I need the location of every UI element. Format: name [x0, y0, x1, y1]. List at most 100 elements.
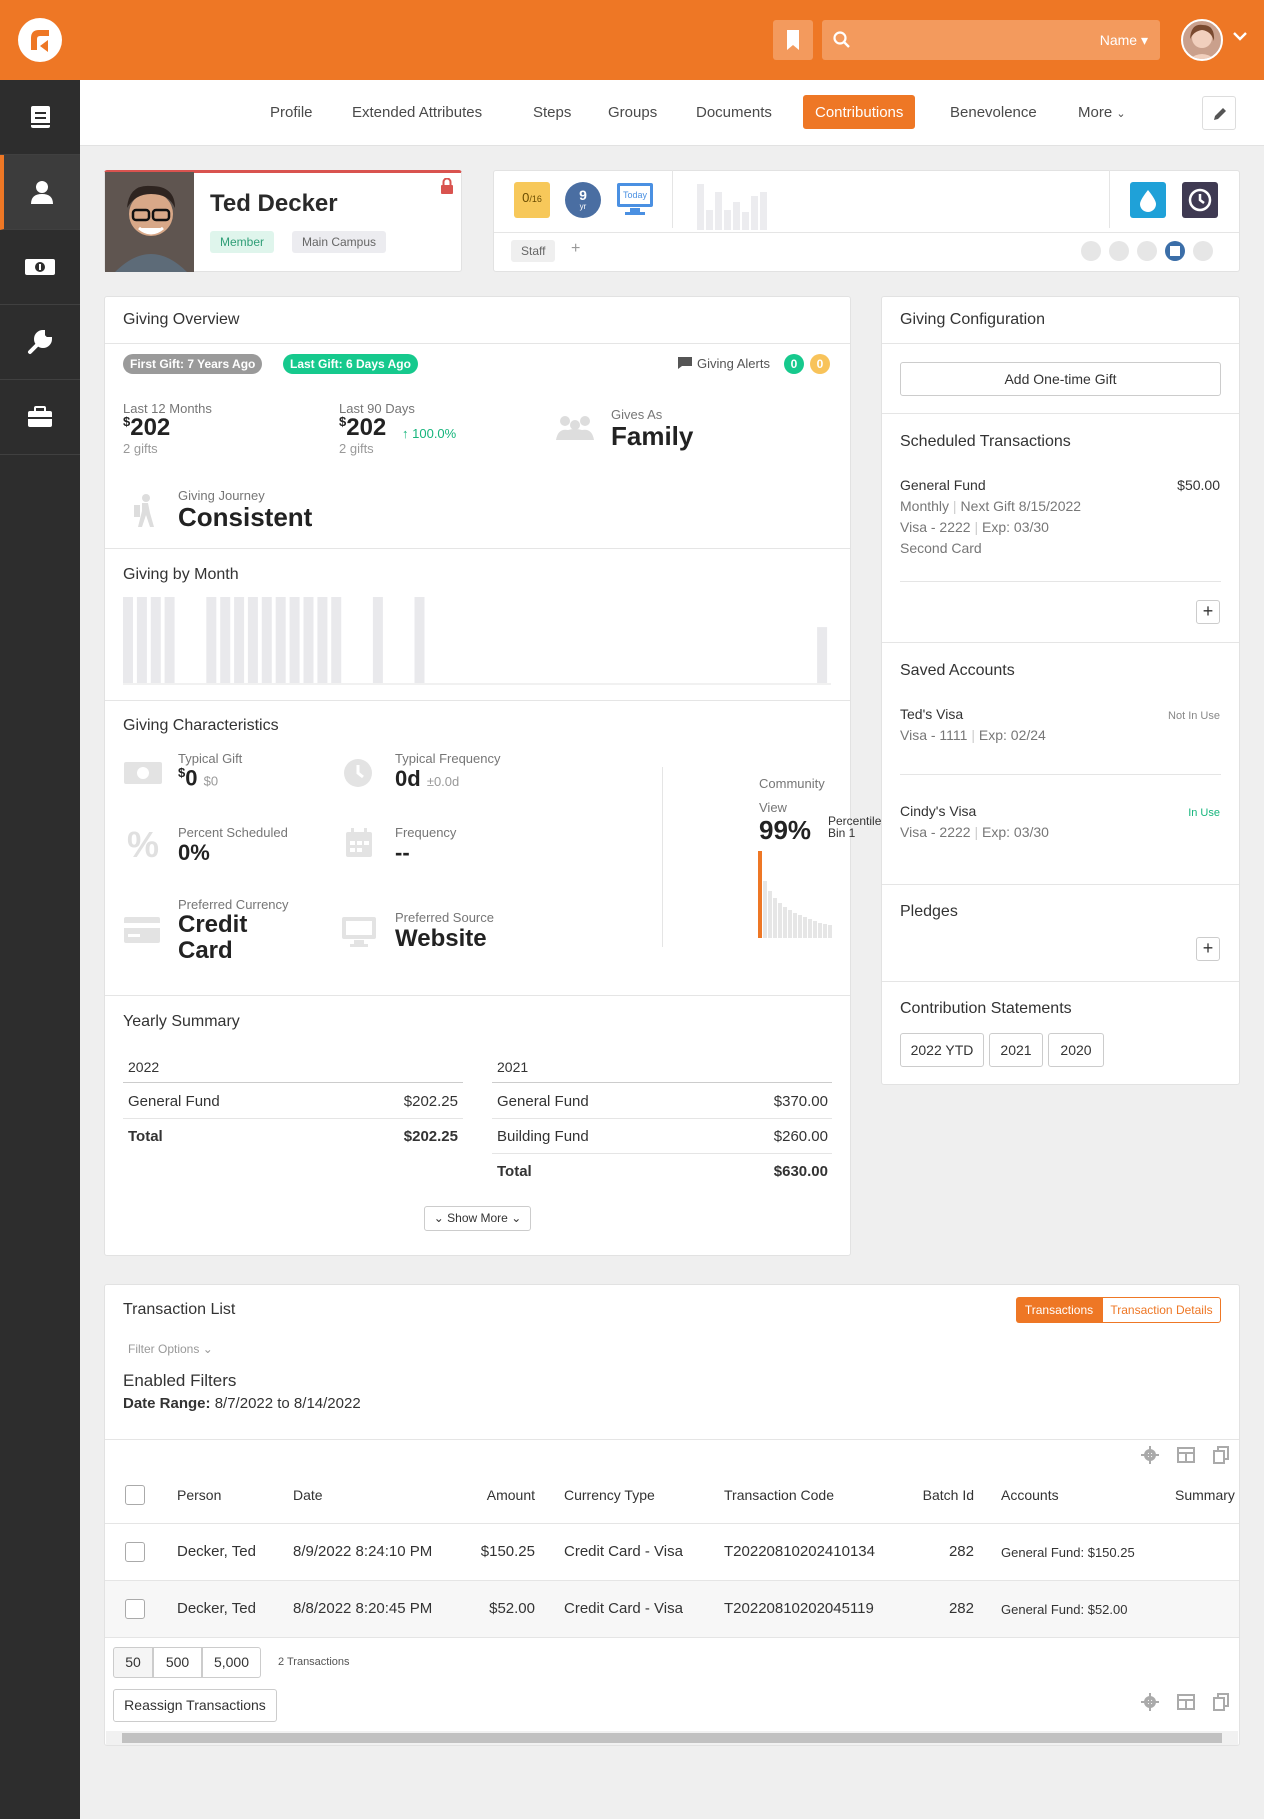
search-type-dropdown[interactable]: Name ▾	[1100, 32, 1148, 49]
page-size-50[interactable]: 50	[113, 1647, 153, 1678]
add-tag-icon[interactable]: +	[571, 240, 580, 258]
tab-groups[interactable]: Groups	[608, 104, 657, 121]
cell-batch-id: 282	[948, 1600, 974, 1617]
bookmark-button[interactable]	[773, 20, 813, 60]
column-header-batch-id[interactable]: Batch Id	[900, 1487, 974, 1503]
sidebar-item-jobs[interactable]	[0, 380, 80, 455]
month-bar[interactable]	[220, 597, 231, 683]
month-bar[interactable]	[275, 597, 286, 683]
column-header-transaction-code[interactable]: Transaction Code	[724, 1487, 834, 1503]
row-checkbox[interactable]	[125, 1542, 145, 1562]
filter-options-toggle[interactable]: Filter Options ⌄	[128, 1342, 213, 1356]
page-size-500[interactable]: 500	[153, 1647, 202, 1678]
month-bar[interactable]	[234, 597, 245, 683]
divider	[882, 884, 1239, 885]
month-bar[interactable]	[289, 597, 300, 683]
credit-card-icon	[124, 917, 160, 943]
chevron-down-icon[interactable]	[1232, 30, 1248, 42]
search-input[interactable]: Name ▾	[822, 20, 1160, 60]
copy-icon[interactable]	[1213, 1693, 1229, 1711]
attendance-badge[interactable]: Today	[615, 180, 655, 218]
month-bar[interactable]	[123, 597, 133, 683]
preferred-currency-value: Credit Card	[178, 911, 248, 964]
saved-account-name[interactable]: Cindy's Visa	[900, 803, 976, 819]
page-size-5000[interactable]: 5,000	[202, 1647, 261, 1678]
today-label: Today	[623, 190, 648, 200]
column-header-accounts[interactable]: Accounts	[1001, 1487, 1059, 1503]
grid-export-icon[interactable]	[1177, 1447, 1195, 1463]
alert-count-warning[interactable]: 0	[810, 354, 830, 374]
add-one-time-gift-button[interactable]: Add One-time Gift	[900, 362, 1221, 396]
tab-contributions[interactable]: Contributions	[803, 95, 916, 129]
tab-profile[interactable]: Profile	[270, 104, 313, 121]
month-bar[interactable]	[136, 597, 147, 683]
giving-alerts-label[interactable]: Giving Alerts	[697, 356, 770, 371]
years-unit: yr	[579, 202, 587, 211]
sidebar-item-tools[interactable]	[0, 80, 80, 155]
statement-2021-button[interactable]: 2021	[989, 1033, 1043, 1067]
month-bar[interactable]	[303, 597, 314, 683]
tab-extended-attributes[interactable]: Extended Attributes	[352, 104, 482, 121]
giving-by-month-title: Giving by Month	[123, 566, 239, 583]
column-header-amount[interactable]: Amount	[460, 1487, 535, 1503]
reassign-transactions-button[interactable]: Reassign Transactions	[113, 1689, 277, 1722]
transactions-toggle[interactable]: Transactions	[1016, 1297, 1102, 1323]
add-scheduled-button[interactable]: +	[1196, 600, 1220, 624]
years-badge[interactable]: 9 yr	[565, 182, 601, 218]
month-bar[interactable]	[331, 597, 342, 683]
divider	[662, 767, 663, 947]
sidebar-item-finance[interactable]	[0, 230, 80, 305]
add-pledge-button[interactable]: +	[1196, 937, 1220, 961]
column-header-date[interactable]: Date	[293, 1487, 323, 1503]
month-bar[interactable]	[372, 597, 383, 683]
month-bar[interactable]	[247, 597, 258, 683]
month-bar[interactable]	[150, 597, 161, 683]
scrollbar-thumb[interactable]	[122, 1733, 1222, 1743]
tab-more[interactable]: More ⌄	[1078, 104, 1126, 121]
tab-documents[interactable]: Documents	[696, 104, 772, 121]
column-header-summary[interactable]: Summary	[1175, 1487, 1235, 1503]
divider	[492, 1153, 832, 1154]
money-icon	[124, 762, 162, 784]
grid-export-icon[interactable]	[1177, 1694, 1195, 1710]
select-all-checkbox[interactable]	[125, 1485, 145, 1505]
typical-frequency-label: Typical Frequency	[395, 751, 501, 766]
column-header-person[interactable]: Person	[177, 1487, 221, 1503]
rock-logo-icon[interactable]	[18, 18, 62, 62]
gear-icon[interactable]	[1141, 1693, 1159, 1711]
alert-count-success[interactable]: 0	[784, 354, 804, 374]
month-bar[interactable]	[206, 597, 217, 683]
table-row[interactable]: Decker, Ted 8/9/2022 8:24:10 PM $150.25 …	[105, 1524, 1239, 1581]
saved-account-name[interactable]: Ted's Visa	[900, 706, 963, 722]
yearly-total-amount: $202.25	[403, 1128, 458, 1145]
edit-button[interactable]	[1202, 96, 1236, 130]
sidebar-item-people[interactable]	[0, 155, 80, 230]
horizontal-scrollbar[interactable]	[106, 1731, 1238, 1745]
copy-icon[interactable]	[1213, 1446, 1229, 1464]
era-badge[interactable]	[1182, 182, 1218, 218]
table-row[interactable]: Decker, Ted 8/8/2022 8:20:45 PM $52.00 C…	[105, 1581, 1239, 1637]
sidebar-item-admin[interactable]	[0, 305, 80, 380]
gives-as-value: Family	[611, 421, 694, 451]
saved-account-number: Visa - 2222	[900, 824, 971, 840]
steps-badge[interactable]: 0/16	[514, 182, 550, 218]
month-bar[interactable]	[164, 597, 175, 683]
month-bar[interactable]	[414, 597, 425, 683]
tab-steps[interactable]: Steps	[533, 104, 571, 121]
row-checkbox[interactable]	[125, 1599, 145, 1619]
column-header-currency-type[interactable]: Currency Type	[564, 1487, 655, 1503]
avatar[interactable]	[1181, 19, 1223, 61]
statement-2020-button[interactable]: 2020	[1048, 1033, 1104, 1067]
tab-benevolence[interactable]: Benevolence	[950, 104, 1037, 121]
transaction-details-toggle[interactable]: Transaction Details	[1102, 1297, 1221, 1323]
month-bar[interactable]	[317, 597, 328, 683]
baptism-badge[interactable]	[1130, 182, 1166, 218]
scheduled-fund[interactable]: General Fund	[900, 477, 986, 493]
cell-amount: $52.00	[489, 1600, 535, 1617]
statement-2022-ytd-button[interactable]: 2022 YTD	[900, 1033, 984, 1067]
month-bar[interactable]	[261, 597, 272, 683]
gear-icon[interactable]	[1141, 1446, 1159, 1464]
show-more-button[interactable]: ⌄ Show More ⌄	[424, 1206, 531, 1231]
month-bar[interactable]	[817, 627, 828, 683]
tag-badge[interactable]: Staff	[511, 240, 556, 262]
